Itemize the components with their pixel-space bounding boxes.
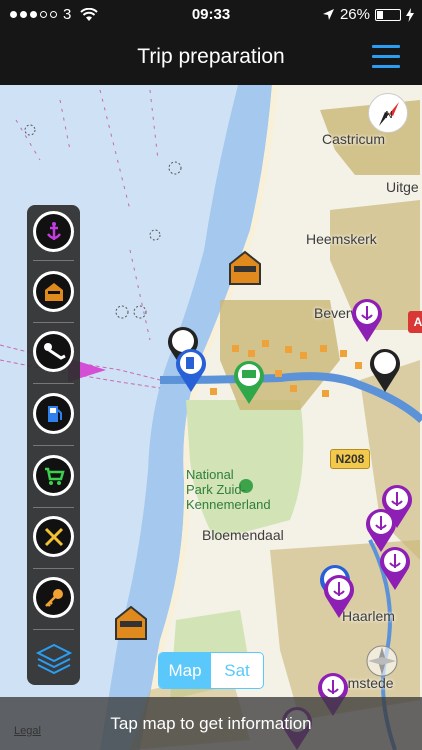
- diver-icon: [43, 342, 66, 360]
- harbor-icon: [44, 282, 63, 301]
- menu-line: [372, 65, 400, 68]
- key-filter-button[interactable]: [33, 577, 74, 618]
- map-view[interactable]: Castricum Uitge Heemskerk Beverwij Bloem…: [0, 85, 422, 750]
- toolbar-divider: [33, 260, 74, 261]
- menu-line: [372, 55, 400, 58]
- page-title: Trip preparation: [137, 45, 285, 68]
- map-type-toggle: Map Sat: [158, 652, 264, 689]
- town-label: Uitge: [386, 179, 419, 195]
- fuel-pin-icon[interactable]: [174, 347, 208, 393]
- town-label: Heemskerk: [306, 231, 377, 247]
- compass-icon: N: [379, 102, 399, 126]
- park-label-line: Kennemerland: [186, 497, 271, 512]
- svg-text:N: N: [385, 110, 392, 121]
- anchorage-filter-button[interactable]: [33, 211, 74, 252]
- status-bar: 3 09:33 26%: [0, 0, 422, 30]
- key-icon: [44, 588, 63, 607]
- diving-filter-button[interactable]: [33, 331, 74, 372]
- battery-level: [377, 10, 383, 19]
- compass-button[interactable]: N: [368, 93, 408, 133]
- status-right: 26%: [322, 6, 414, 23]
- service-filter-button[interactable]: [33, 516, 74, 557]
- diving-pin-icon[interactable]: [368, 347, 402, 393]
- fuel-icon: [47, 405, 62, 422]
- a-road-shield: A: [408, 311, 422, 333]
- town-label: Bloemendaal: [202, 527, 284, 543]
- anchor-icon: [46, 221, 61, 240]
- anchorage-pin-icon[interactable]: [378, 545, 412, 591]
- cart-icon: [44, 467, 65, 485]
- harbor-marker-icon[interactable]: [228, 250, 262, 286]
- park-label: National Park Zuid- Kennemerland: [186, 467, 271, 512]
- harbor-marker-icon[interactable]: [114, 605, 148, 641]
- locate-me-icon[interactable]: [364, 643, 400, 679]
- fuel-filter-button[interactable]: [33, 393, 74, 434]
- harbor-filter-button[interactable]: [33, 271, 74, 312]
- map-type-satellite[interactable]: Sat: [211, 653, 263, 688]
- toolbar-divider: [33, 322, 74, 323]
- toolbar-divider: [33, 445, 74, 446]
- park-label-line: National: [186, 467, 234, 482]
- toolbar-divider: [33, 507, 74, 508]
- location-arrow-icon: [322, 9, 334, 20]
- info-bar: Tap map to get information: [0, 697, 422, 750]
- toolbar-divider: [33, 568, 74, 569]
- battery-icon: [375, 8, 401, 21]
- info-message: Tap map to get information: [110, 714, 312, 733]
- shopping-filter-button[interactable]: [33, 455, 74, 496]
- charging-bolt-icon: [406, 7, 414, 22]
- legal-link[interactable]: Legal: [14, 725, 41, 737]
- shopping-pin-icon[interactable]: [232, 359, 266, 405]
- anchorage-pin-icon[interactable]: [322, 573, 356, 619]
- anchorage-pin-icon[interactable]: [350, 297, 384, 343]
- navigation-bar: Trip preparation: [0, 30, 422, 85]
- map-type-map[interactable]: Map: [159, 653, 211, 688]
- menu-line: [372, 45, 400, 48]
- menu-button[interactable]: [372, 45, 400, 69]
- poi-toolbar: [27, 205, 80, 685]
- toolbar-divider: [33, 629, 74, 630]
- toolbar-divider: [33, 383, 74, 384]
- road-shield: N208: [330, 449, 370, 469]
- tools-icon: [44, 527, 63, 546]
- layers-icon[interactable]: [34, 641, 74, 675]
- battery-percent: 26%: [339, 6, 370, 23]
- park-label-line: Park Zuid-: [186, 482, 246, 497]
